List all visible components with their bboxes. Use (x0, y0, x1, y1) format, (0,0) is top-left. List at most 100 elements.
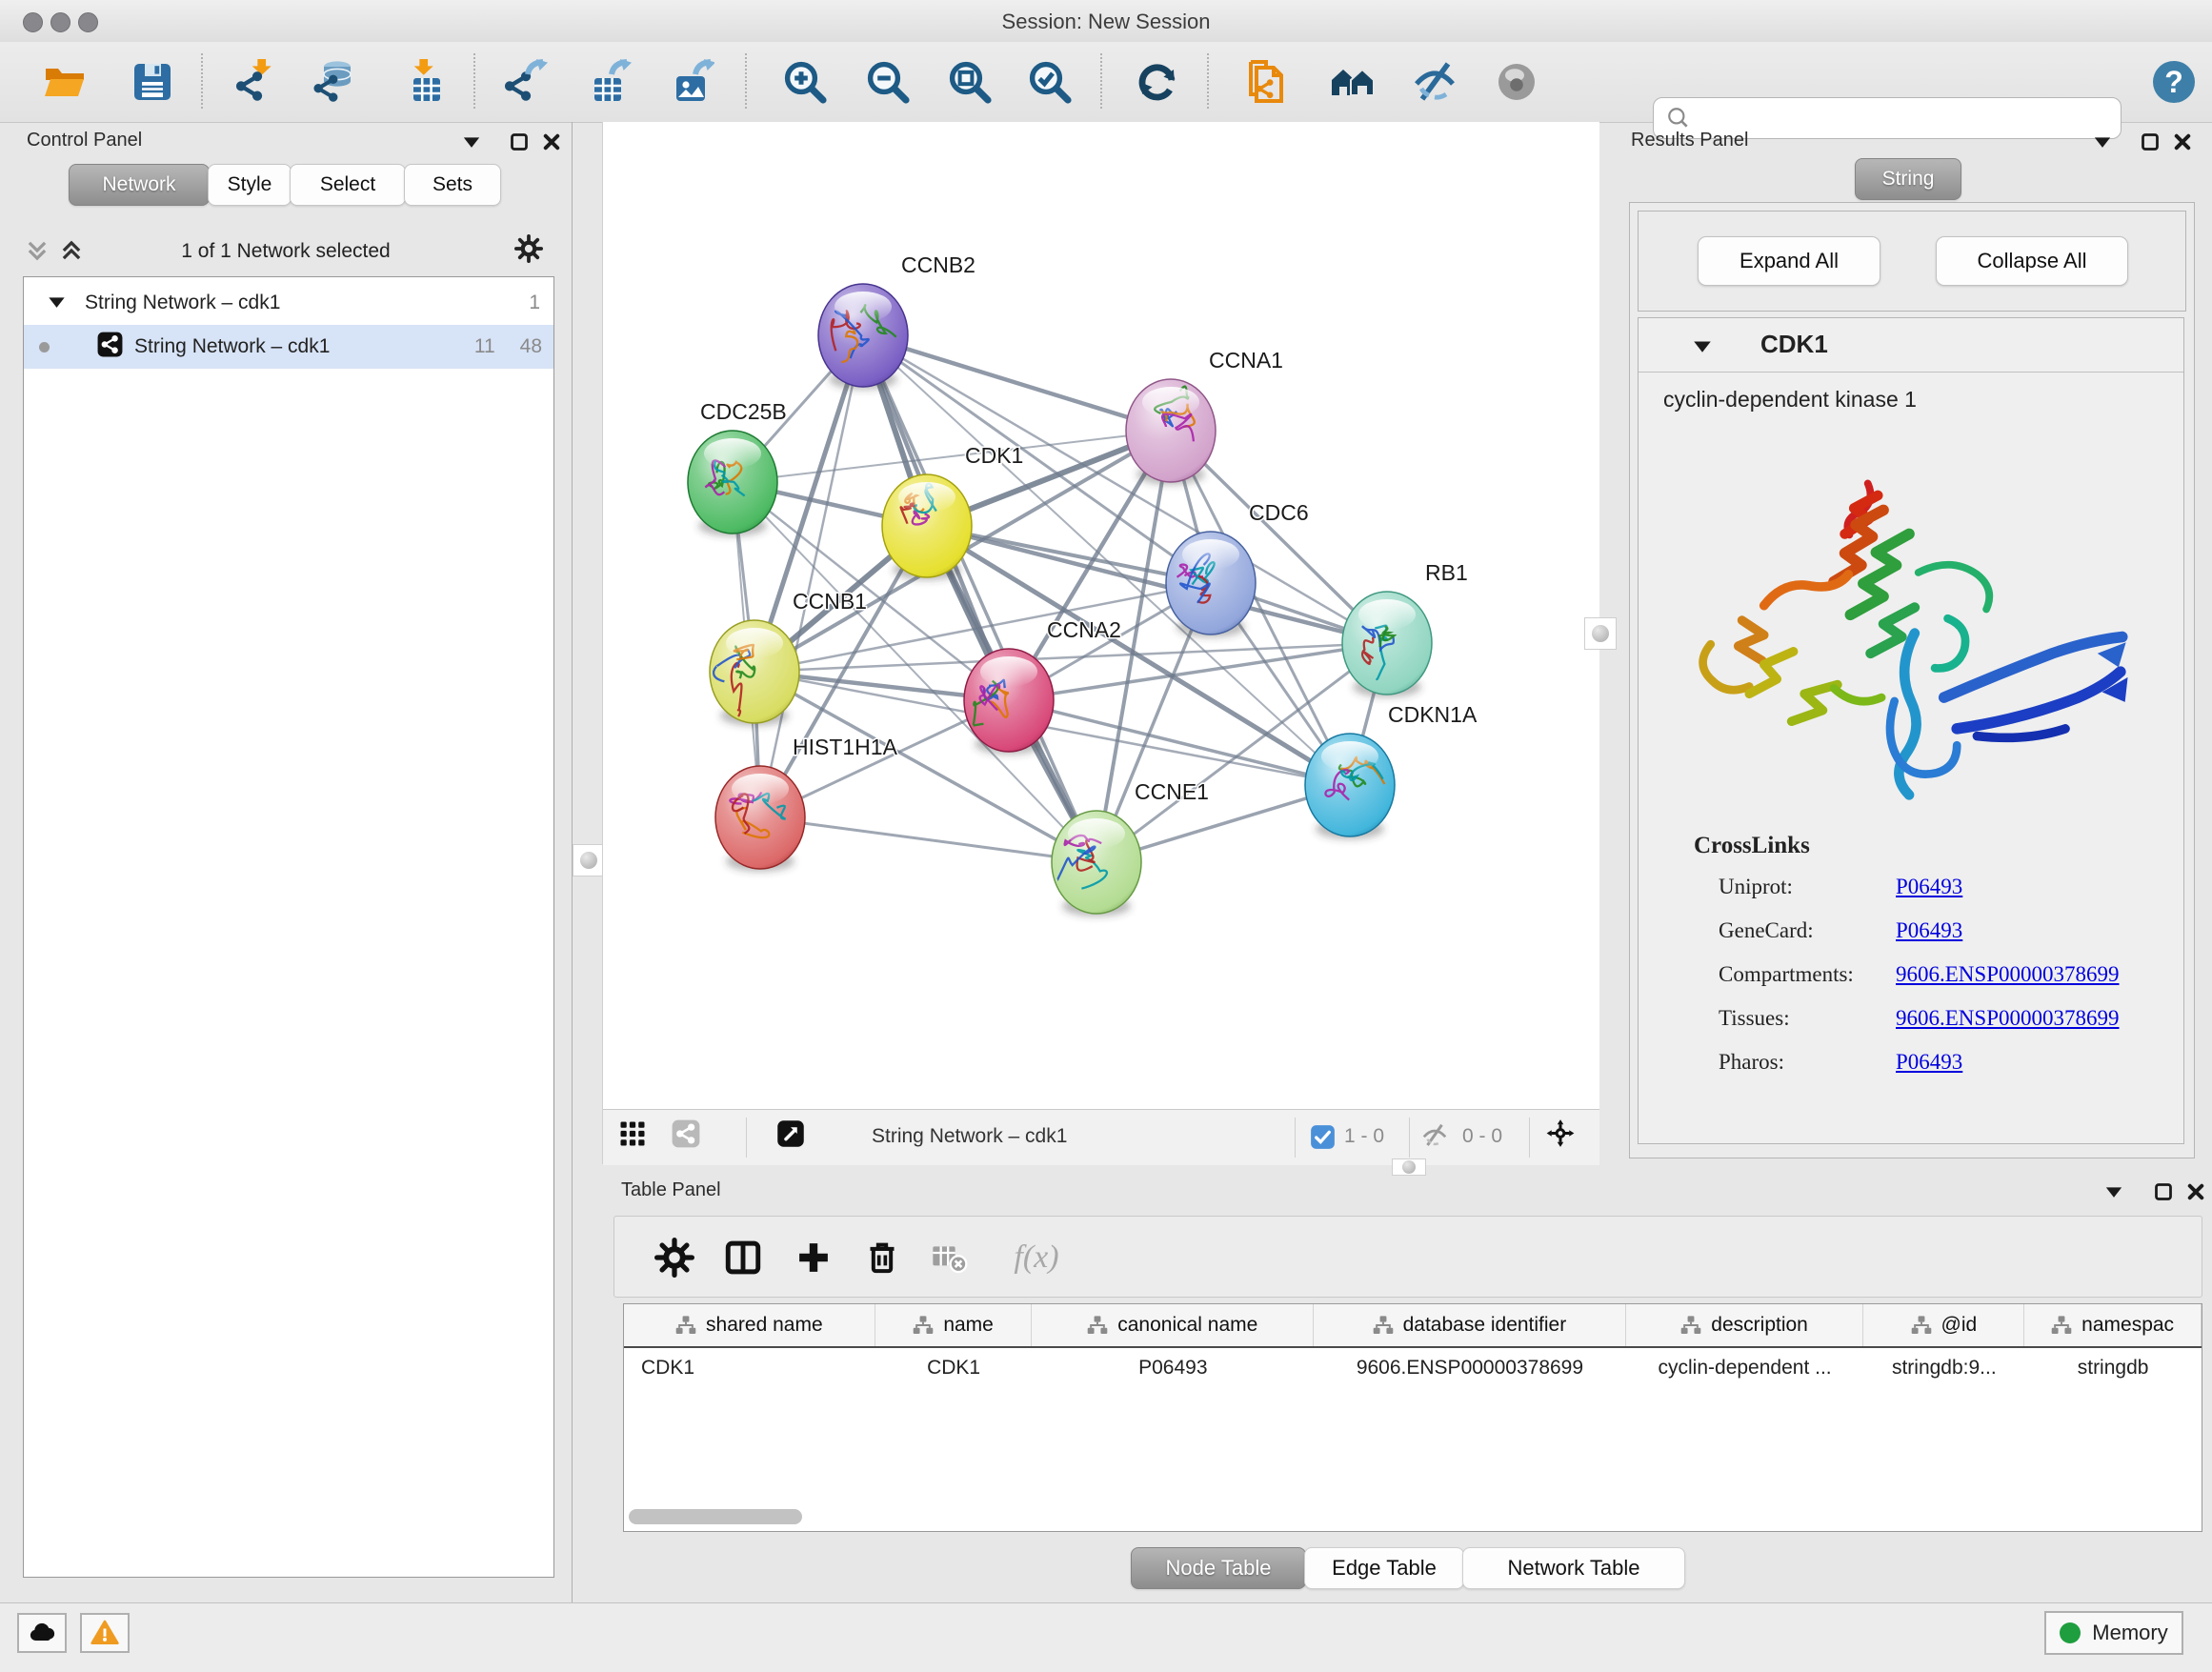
crosslink-value[interactable]: P06493 (1896, 1050, 1962, 1075)
toolbar-separator (745, 53, 747, 109)
network-row-selected[interactable]: String Network – cdk1 11 48 (24, 325, 553, 369)
svg-text:CCNA1: CCNA1 (1209, 348, 1283, 373)
grid-view-icon[interactable] (618, 1121, 647, 1146)
node-table[interactable]: shared namenamecanonical namedatabase id… (623, 1303, 2202, 1532)
network-node[interactable]: CCNE1 (1047, 779, 1209, 917)
network-view-title: String Network – cdk1 (872, 1125, 1067, 1148)
gene-description: cyclin-dependent kinase 1 (1663, 387, 1917, 413)
svg-text:CCNE1: CCNE1 (1135, 779, 1209, 804)
network-options-gear-icon[interactable] (514, 236, 543, 261)
gene-card-expander-icon[interactable] (1688, 333, 1717, 358)
network-node[interactable]: HIST1H1A (715, 735, 898, 872)
export-table-button[interactable] (584, 56, 635, 108)
table-panel-close-icon[interactable] (2182, 1179, 2210, 1204)
tab-string[interactable]: String (1855, 158, 1961, 200)
network-node[interactable]: CCNA1 (1126, 348, 1283, 485)
show-graphics-details-button[interactable] (1491, 56, 1542, 108)
network-node[interactable]: CDKN1A (1305, 702, 1478, 839)
tab-network[interactable]: Network (69, 164, 210, 206)
share-network-icon[interactable] (672, 1121, 700, 1146)
table-cell[interactable]: cyclin-dependent ... (1626, 1357, 1864, 1380)
string-networks-home-button[interactable] (1327, 56, 1378, 108)
tree-expander-icon[interactable] (48, 292, 66, 314)
table-horizontal-scrollbar[interactable] (629, 1509, 802, 1524)
tab-style[interactable]: Style (208, 164, 292, 206)
fit-selected-crosshair-icon[interactable] (1546, 1120, 1575, 1145)
table-cell[interactable]: CDK1 (624, 1357, 875, 1380)
memory-button[interactable]: Memory (2044, 1611, 2183, 1655)
network-node[interactable]: CCNB1 (710, 589, 867, 732)
table-cell[interactable]: P06493 (1033, 1357, 1315, 1380)
crosslink-value[interactable]: 9606.ENSP00000378699 (1896, 1006, 2120, 1031)
open-session-button[interactable] (39, 56, 90, 108)
tab-edge-table[interactable]: Edge Table (1304, 1547, 1464, 1589)
tab-sets[interactable]: Sets (404, 164, 501, 206)
import-network-file-button[interactable] (230, 56, 281, 108)
toolbar-separator (473, 53, 475, 109)
collapse-all-button[interactable]: Collapse All (1936, 236, 2128, 286)
warning-button[interactable] (80, 1613, 130, 1653)
gene-card-header[interactable]: CDK1 (1639, 318, 2183, 373)
tab-network-table[interactable]: Network Table (1462, 1547, 1685, 1589)
network-view[interactable]: CCNB2 CCNA1 CDC25B CDK1 CDC6 R (602, 122, 1599, 1164)
table-panel-float-icon[interactable] (2149, 1179, 2178, 1204)
tab-node-table[interactable]: Node Table (1131, 1547, 1306, 1589)
column-header-@id[interactable]: @id (1863, 1304, 2024, 1346)
zoom-in-button[interactable] (779, 56, 831, 108)
table-settings-gear-icon[interactable] (653, 1236, 696, 1279)
zoom-fit-content-button[interactable] (944, 56, 995, 108)
results-panel-close-icon[interactable] (2168, 130, 2197, 154)
control-panel-close-icon[interactable] (537, 130, 566, 154)
selected-checkbox-icon[interactable] (1308, 1124, 1337, 1149)
export-image-button[interactable] (666, 56, 717, 108)
crosslink-value[interactable]: 9606.ENSP00000378699 (1896, 962, 2120, 987)
left-splitter-handle[interactable] (573, 844, 605, 876)
table-cell[interactable]: 9606.ENSP00000378699 (1314, 1357, 1626, 1380)
gene-result-card: CDK1 cyclin-dependent kinase 1 (1638, 317, 2184, 1144)
zoom-out-button[interactable] (862, 56, 914, 108)
table-cell[interactable]: stringdb:9... (1863, 1357, 2024, 1380)
results-panel-collapse-icon[interactable] (2088, 130, 2117, 154)
network-graph[interactable]: CCNB2 CCNA1 CDC25B CDK1 CDC6 R (603, 122, 1599, 1109)
redraw-graph-button[interactable] (1132, 56, 1183, 108)
cloud-button[interactable] (17, 1613, 67, 1653)
birds-eye-view-icon[interactable] (776, 1121, 805, 1146)
table-cell[interactable]: stringdb (2024, 1357, 2202, 1380)
delete-column-trash-icon[interactable] (860, 1236, 904, 1279)
table-panel-collapse-icon[interactable] (2100, 1179, 2128, 1204)
expand-all-button[interactable]: Expand All (1698, 236, 1880, 286)
column-header-canonical-name[interactable]: canonical name (1032, 1304, 1314, 1346)
network-node[interactable]: RB1 (1342, 560, 1468, 697)
column-header-name[interactable]: name (875, 1304, 1033, 1346)
memory-status-dot (2060, 1622, 2081, 1643)
svg-text:CDK1: CDK1 (965, 443, 1023, 468)
add-column-icon[interactable] (792, 1236, 835, 1279)
import-table-file-button[interactable] (395, 56, 447, 108)
import-network-database-button[interactable] (310, 56, 361, 108)
network-node[interactable]: CDC25B (688, 399, 787, 536)
column-header-description[interactable]: description (1626, 1304, 1864, 1346)
help-button[interactable]: ? (2148, 56, 2200, 108)
zoom-selected-button[interactable] (1024, 56, 1076, 108)
hide-unhide-graphics-button[interactable] (1409, 56, 1460, 108)
control-panel-float-icon[interactable] (505, 130, 533, 154)
results-panel-float-icon[interactable] (2136, 130, 2164, 154)
string-protein-query-button[interactable] (1238, 56, 1290, 108)
control-panel-collapse-icon[interactable] (457, 130, 486, 154)
table-cell[interactable]: CDK1 (875, 1357, 1033, 1380)
table-row[interactable]: CDK1CDK1P064939606.ENSP00000378699cyclin… (624, 1348, 2202, 1388)
tab-select[interactable]: Select (290, 164, 406, 206)
save-session-button[interactable] (127, 56, 178, 108)
svg-text:CDC6: CDC6 (1249, 500, 1309, 525)
crosslink-value[interactable]: P06493 (1896, 875, 1962, 899)
export-network-button[interactable] (500, 56, 552, 108)
network-node[interactable]: CCNB2 (818, 252, 975, 390)
show-columns-icon[interactable] (721, 1236, 765, 1279)
column-header-shared-name[interactable]: shared name (624, 1304, 875, 1346)
network-collection-row[interactable]: String Network – cdk1 1 (24, 281, 553, 325)
column-header-database-identifier[interactable]: database identifier (1314, 1304, 1626, 1346)
status-bar: Memory (0, 1602, 2212, 1672)
column-header-namespac[interactable]: namespac (2024, 1304, 2202, 1346)
crosslink-value[interactable]: P06493 (1896, 918, 1962, 943)
hidden-eye-slash-icon[interactable] (1420, 1123, 1449, 1148)
